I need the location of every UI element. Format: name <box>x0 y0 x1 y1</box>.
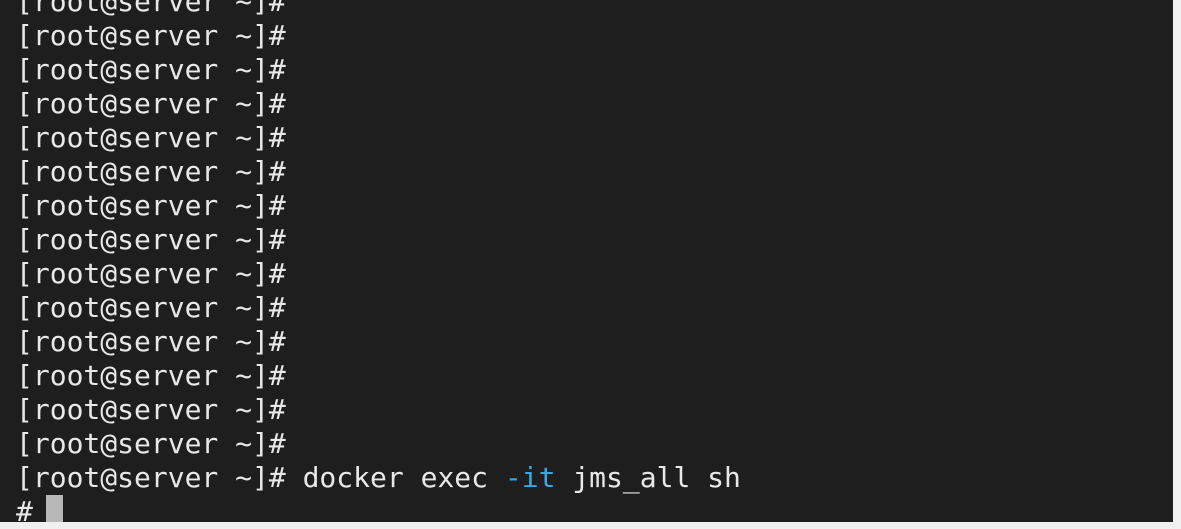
terminal-line: [root@server ~]# <box>16 19 286 52</box>
terminal-line: [root@server ~]# <box>16 155 286 188</box>
terminal-line: [root@server ~]# <box>16 257 286 290</box>
terminal-line: [root@server ~]# <box>16 291 286 324</box>
terminal-line: [root@server ~]# <box>16 325 286 358</box>
terminal-line: [root@server ~]# <box>16 53 286 86</box>
terminal-line: [root@server ~]# <box>16 223 286 256</box>
terminal-line: [root@server ~]# <box>16 427 286 460</box>
command-args: jms_all sh <box>572 461 741 494</box>
window-border-right <box>1173 0 1181 529</box>
terminal-window[interactable]: [root@server ~]# [root@server ~]# [root@… <box>0 0 1173 522</box>
terminal-line: [root@server ~]# <box>16 189 286 222</box>
text-cursor[interactable] <box>45 495 63 522</box>
window-border-bottom <box>0 522 1181 529</box>
terminal-line: [root@server ~]# <box>16 359 286 392</box>
container-shell-line[interactable]: # <box>16 495 741 522</box>
terminal-line: [root@server ~]# <box>16 0 286 18</box>
terminal-line: [root@server ~]# <box>16 121 286 154</box>
container-shell-prompt: # <box>16 495 33 522</box>
shell-prompt: [root@server ~]# <box>16 461 286 494</box>
command-line: [root@server ~]# docker exec -it jms_all… <box>16 461 741 495</box>
terminal-line: [root@server ~]# <box>16 87 286 120</box>
command-flag: -it <box>504 461 556 494</box>
command-name: docker exec <box>302 461 489 494</box>
terminal-line: [root@server ~]# <box>16 393 286 426</box>
terminal-output: [root@server ~]# [root@server ~]# [root@… <box>16 0 741 522</box>
